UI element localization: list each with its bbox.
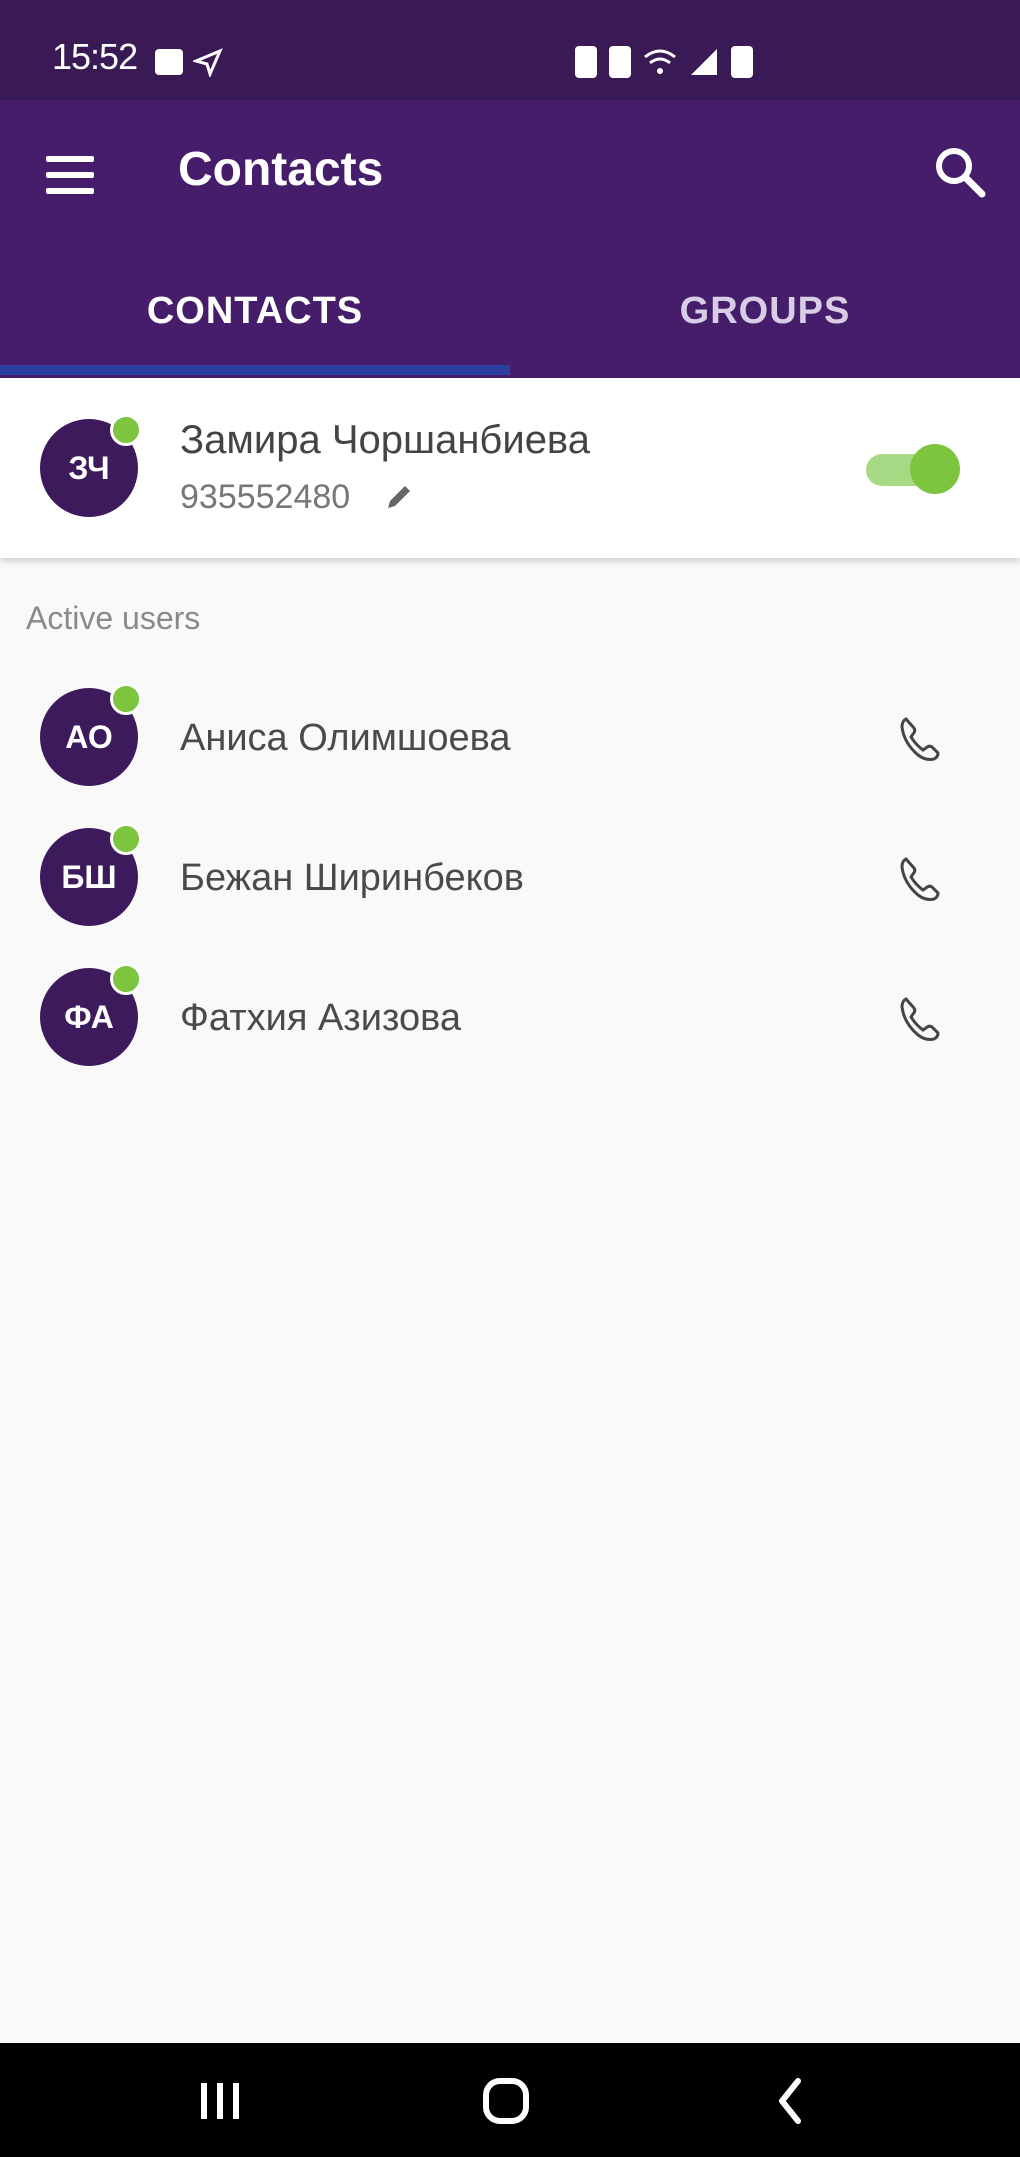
availability-toggle[interactable]: [866, 444, 960, 494]
phone-icon: [900, 997, 940, 1041]
toggle-thumb: [910, 444, 960, 494]
home-button[interactable]: [466, 2071, 546, 2131]
section-label-active-users: Active users: [26, 600, 201, 636]
call-button[interactable]: [892, 711, 948, 767]
status-bar: 15:52: [0, 0, 1020, 100]
online-indicator: [110, 823, 142, 855]
online-indicator: [110, 963, 142, 995]
tab-groups[interactable]: GROUPS: [510, 245, 1020, 378]
navigation-icon: [193, 48, 223, 77]
contact-row[interactable]: АО Аниса Олимшоева: [0, 667, 1020, 807]
contact-name: Фатхия Азизова: [180, 997, 461, 1039]
contact-row[interactable]: ФА Фатхия Азизова: [0, 947, 1020, 1087]
home-icon: [483, 2078, 529, 2124]
app-bar: Contacts: [0, 100, 1020, 245]
self-contact-card: ЗЧ Замира Чоршанбиева 935552480: [0, 378, 1020, 558]
tab-bar: CONTACTS GROUPS: [0, 245, 1020, 378]
contact-name: Бежан Ширинбеков: [180, 857, 524, 899]
page-title: Contacts: [178, 143, 384, 196]
self-contact-name: Замира Чоршанбиева: [180, 418, 590, 462]
contact-name: Аниса Олимшоева: [180, 717, 511, 759]
online-indicator: [110, 414, 142, 446]
notification-icon: [155, 49, 183, 75]
online-indicator: [110, 683, 142, 715]
signal-icon: [691, 49, 717, 75]
phone-icon: [900, 717, 940, 761]
search-icon: [936, 148, 986, 198]
phone-icon: [900, 857, 940, 901]
battery-icon: [731, 46, 753, 78]
status-left-icons: [155, 44, 223, 80]
wifi-icon: [644, 49, 676, 74]
alarm-icon: [575, 46, 597, 78]
tab-indicator: [0, 365, 510, 375]
search-button[interactable]: [928, 140, 992, 204]
menu-icon: [46, 156, 94, 162]
status-right-icons: [575, 44, 753, 80]
recents-button[interactable]: [180, 2071, 260, 2131]
back-icon: [779, 2078, 801, 2124]
system-nav-bar: [0, 2043, 1020, 2157]
edit-phone-button[interactable]: [384, 482, 414, 512]
vibrate-icon: [609, 46, 631, 78]
self-contact-phone: 935552480: [180, 478, 351, 516]
contact-row[interactable]: БШ Бежан Ширинбеков: [0, 807, 1020, 947]
status-time: 15:52: [52, 36, 138, 77]
back-button[interactable]: [752, 2071, 832, 2131]
call-button[interactable]: [892, 851, 948, 907]
recents-icon: [201, 2083, 239, 2119]
pencil-icon: [388, 486, 410, 508]
menu-button[interactable]: [38, 150, 102, 200]
call-button[interactable]: [892, 991, 948, 1047]
tab-contacts[interactable]: CONTACTS: [0, 245, 510, 378]
